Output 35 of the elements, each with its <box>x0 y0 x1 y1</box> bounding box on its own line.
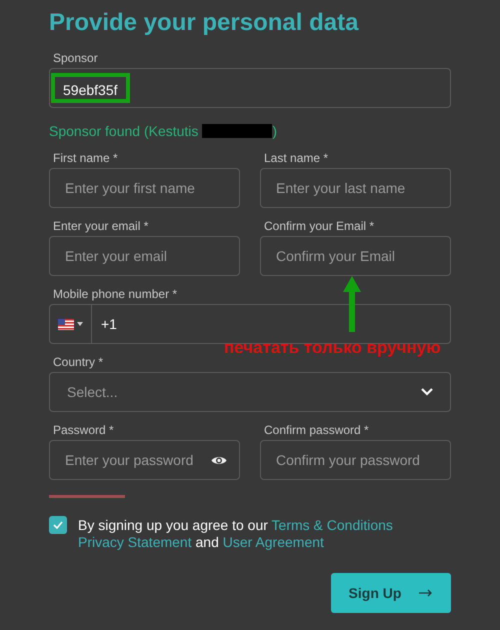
field-label: First name * <box>52 152 119 165</box>
password-field[interactable]: Enter your password <box>49 440 240 480</box>
field-label: Last name * <box>263 152 330 165</box>
eye-icon[interactable] <box>211 455 227 466</box>
link[interactable]: Terms & Conditions <box>272 517 393 533</box>
input-field[interactable]: Enter your first name <box>49 168 240 208</box>
arrow-right-icon <box>419 589 434 597</box>
field-label: Country * <box>52 356 104 369</box>
link[interactable]: User Agreement <box>222 534 324 550</box>
field-label: Mobile phone number * <box>52 288 178 301</box>
field-label: Enter your email * <box>52 220 150 233</box>
checkbox[interactable] <box>49 516 67 534</box>
link[interactable]: Privacy Statement <box>78 534 192 550</box>
annotation-arrow <box>343 276 361 332</box>
sign-up-button[interactable]: Sign Up <box>331 573 451 613</box>
caret-icon[interactable] <box>77 322 83 326</box>
page-title: Provide your personal data <box>49 8 360 38</box>
status-text: Sponsor found (Kestutis <box>49 122 198 141</box>
field-label: Confirm your Email * <box>263 220 376 233</box>
status-text: ) <box>272 122 278 141</box>
sponsor-field[interactable]: 59ebf35f <box>49 68 451 108</box>
check-icon <box>53 521 63 529</box>
field-label: Password * <box>52 424 115 437</box>
field-label: Confirm password * <box>263 424 370 437</box>
sponsor-value: 59ebf35f <box>51 73 130 103</box>
field-label: Sponsor <box>52 52 99 65</box>
phone-value: +1 <box>101 314 117 334</box>
flag-icon <box>58 318 74 330</box>
country-select[interactable]: Select... <box>49 372 451 412</box>
input-field[interactable]: Confirm your Email <box>260 236 451 276</box>
input-field[interactable]: Enter your email <box>49 236 240 276</box>
chevron-down-icon <box>421 388 433 396</box>
consent-text: By signing up you agree to our Terms & Conditions Privacy Statement and User Agreement <box>78 517 393 551</box>
password-field[interactable]: Confirm your password <box>260 440 451 480</box>
input-field[interactable]: Enter your last name <box>260 168 451 208</box>
